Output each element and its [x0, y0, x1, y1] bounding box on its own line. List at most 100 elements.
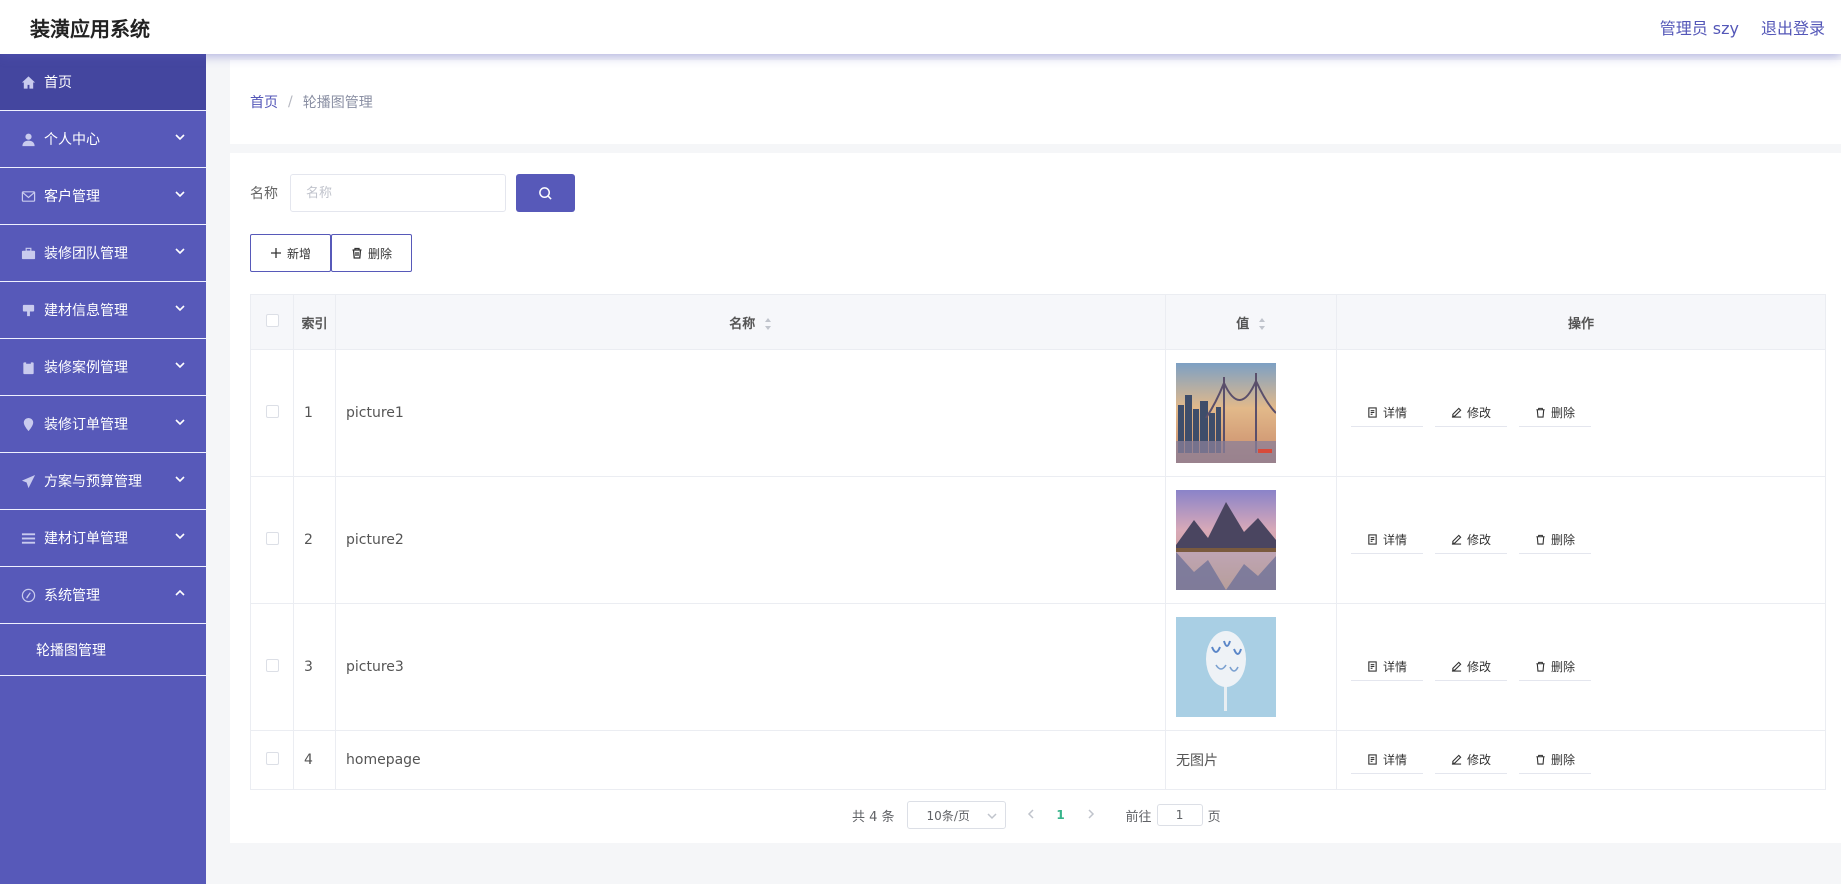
delete-button[interactable]: 删除	[1519, 399, 1591, 427]
row-image-thumbnail[interactable]	[1176, 490, 1276, 590]
chevron-down-icon	[174, 302, 186, 314]
row-checkbox[interactable]	[265, 751, 279, 765]
mail-icon	[20, 188, 36, 204]
edit-icon	[1451, 534, 1462, 545]
batch-delete-button[interactable]: 删除	[331, 234, 413, 272]
sidebar-item-system[interactable]: 系统管理	[0, 567, 206, 624]
delete-button-label: 删除	[368, 246, 393, 261]
trash-icon	[1536, 754, 1545, 765]
breadcrumb-separator: /	[288, 94, 293, 110]
row-checkbox[interactable]	[265, 658, 279, 672]
delete-button[interactable]: 删除	[1519, 746, 1591, 774]
add-button[interactable]: 新增	[250, 234, 332, 272]
detail-button[interactable]: 详情	[1351, 653, 1423, 681]
column-header-ops: 操作	[1336, 294, 1826, 350]
chevron-down-icon	[174, 530, 186, 542]
header-actions: 管理员 szy 退出登录	[1660, 15, 1825, 39]
breadcrumb-current: 轮播图管理	[302, 95, 373, 111]
sidebar-item-personal-center[interactable]: 个人中心	[0, 111, 206, 168]
detail-label: 详情	[1382, 406, 1407, 420]
sidebar-item-label: 方案与预算管理	[44, 474, 142, 490]
briefcase-icon	[20, 245, 36, 261]
sort-icon[interactable]	[1258, 317, 1266, 331]
sidebar-item-label: 系统管理	[44, 588, 100, 604]
search-bar: 名称	[250, 174, 575, 212]
chevron-down-icon	[174, 359, 186, 371]
detail-button[interactable]: 详情	[1351, 399, 1423, 427]
table-row: 2 picture2 详情 修改 删除	[250, 476, 1826, 604]
next-page-button[interactable]	[1076, 808, 1106, 823]
row-checkbox[interactable]	[265, 404, 279, 418]
table-row: 4 homepage 无图片 详情 修改 删除	[250, 730, 1826, 790]
prev-page-button[interactable]	[1016, 808, 1046, 823]
sidebar-item-plan-budget[interactable]: 方案与预算管理	[0, 453, 206, 510]
row-index: 3	[293, 603, 336, 731]
sidebar-item-team[interactable]: 装修团队管理	[0, 225, 206, 282]
edit-icon	[1451, 661, 1462, 672]
goto-page-input[interactable]	[1156, 804, 1203, 826]
delete-label: 删除	[1550, 753, 1575, 767]
edit-icon	[1451, 754, 1462, 765]
row-checkbox[interactable]	[265, 531, 279, 545]
action-toolbar: 新增 删除	[250, 234, 413, 272]
sidebar-item-label: 装修订单管理	[44, 417, 128, 433]
goto-prefix: 前往	[1125, 809, 1152, 825]
search-input[interactable]	[290, 174, 506, 212]
sidebar-item-decoration-order[interactable]: 装修订单管理	[0, 396, 206, 453]
sidebar-item-label: 个人中心	[44, 132, 100, 148]
trash-icon	[1536, 534, 1545, 545]
sidebar-item-case[interactable]: 装修案例管理	[0, 339, 206, 396]
logout-link[interactable]: 退出登录	[1761, 15, 1825, 39]
delete-label: 删除	[1550, 533, 1575, 547]
clipboard-icon	[20, 359, 36, 375]
sidebar-item-material-info[interactable]: 建材信息管理	[0, 282, 206, 339]
detail-button[interactable]: 详情	[1351, 746, 1423, 774]
edit-label: 修改	[1466, 406, 1491, 420]
current-user[interactable]: 管理员 szy	[1660, 15, 1739, 39]
location-pin-icon	[20, 416, 36, 432]
column-header-value[interactable]: 值	[1165, 294, 1337, 350]
select-all-checkbox[interactable]	[265, 313, 279, 327]
edit-label: 修改	[1466, 533, 1491, 547]
row-image-thumbnail[interactable]	[1176, 363, 1276, 463]
sidebar-item-label: 建材信息管理	[44, 303, 128, 319]
user-icon	[20, 131, 36, 147]
goto-suffix: 页	[1207, 809, 1221, 825]
column-header-name[interactable]: 名称	[335, 294, 1166, 350]
row-name: picture1	[335, 349, 1166, 477]
sidebar-subitem-carousel[interactable]: 轮播图管理	[0, 624, 206, 676]
row-image-thumbnail[interactable]	[1176, 617, 1276, 717]
home-icon	[20, 74, 36, 90]
detail-button[interactable]: 详情	[1351, 526, 1423, 554]
detail-label: 详情	[1382, 533, 1407, 547]
edit-button[interactable]: 修改	[1435, 526, 1507, 554]
column-header-name-label: 名称	[729, 316, 756, 332]
delete-button[interactable]: 删除	[1519, 526, 1591, 554]
breadcrumb-home[interactable]: 首页	[250, 92, 278, 112]
search-icon	[539, 186, 552, 200]
edit-label: 修改	[1466, 753, 1491, 767]
edit-button[interactable]: 修改	[1435, 746, 1507, 774]
search-button[interactable]	[516, 174, 575, 212]
edit-button[interactable]: 修改	[1435, 653, 1507, 681]
row-name: picture2	[335, 476, 1166, 604]
chevron-down-icon	[987, 813, 997, 820]
pagination-total: 共 4 条	[852, 809, 895, 825]
trash-icon	[1536, 407, 1545, 418]
plus-icon	[271, 248, 281, 258]
sidebar-item-customer[interactable]: 客户管理	[0, 168, 206, 225]
detail-label: 详情	[1382, 753, 1407, 767]
delete-label: 删除	[1550, 406, 1575, 420]
page-size-select[interactable]: 10条/页	[906, 801, 1006, 829]
sort-icon[interactable]	[764, 317, 772, 331]
edit-button[interactable]: 修改	[1435, 399, 1507, 427]
page-number-current[interactable]: 1	[1046, 808, 1076, 822]
sidebar-item-home[interactable]: 首页	[0, 54, 206, 111]
row-no-image: 无图片	[1165, 730, 1337, 790]
row-name: homepage	[335, 730, 1166, 790]
delete-button[interactable]: 删除	[1519, 653, 1591, 681]
row-name: picture3	[335, 603, 1166, 731]
sidebar-item-material-order[interactable]: 建材订单管理	[0, 510, 206, 567]
stamp-icon	[20, 302, 36, 318]
chevron-down-icon	[174, 473, 186, 485]
